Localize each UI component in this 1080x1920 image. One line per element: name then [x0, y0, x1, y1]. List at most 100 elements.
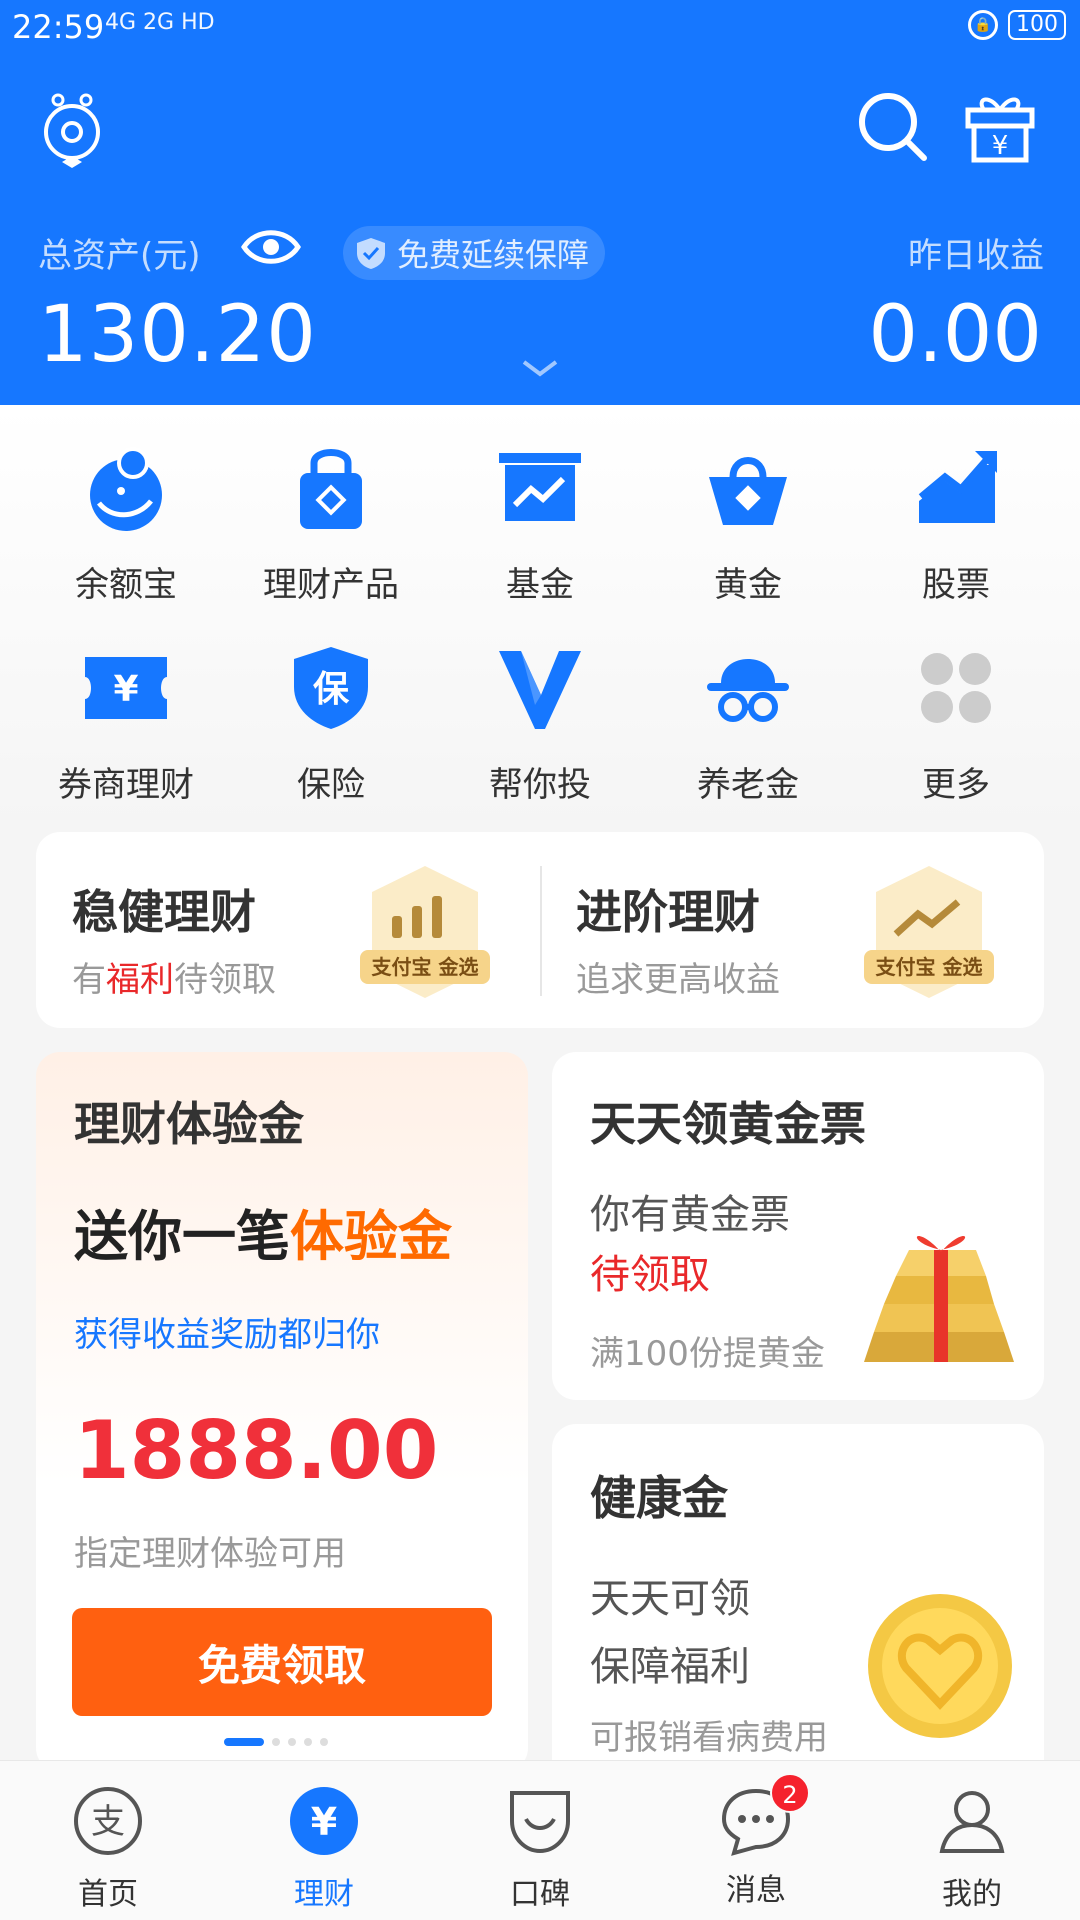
promo-stable-wealth[interactable]: 稳健理财 有福利待领取 支付宝 金选 [36, 832, 540, 1028]
promo-subtitle: 追求更高收益 [576, 960, 780, 1000]
grid-item-more[interactable]: 更多 [848, 605, 1064, 805]
carousel-dot [288, 1738, 296, 1746]
fund-chart-icon [499, 453, 581, 521]
grid-item-label: 券商理财 [58, 765, 194, 805]
grid-item-yuebao[interactable]: 余额宝 [18, 405, 234, 605]
nav-label: 首页 [78, 1877, 138, 1912]
claim-button[interactable]: 免费领取 [72, 1608, 492, 1716]
nav-label: 消息 [726, 1873, 786, 1908]
message-icon-wrap: 2 [720, 1773, 810, 1857]
card-line-highlight: 待领取 [590, 1252, 710, 1298]
grid-item-label: 余额宝 [75, 565, 177, 605]
card-title: 天天领黄金票 [590, 1097, 866, 1151]
promo-badge-text: 支付宝 金选 [876, 955, 983, 979]
nav-label: 我的 [942, 1877, 1002, 1912]
grid-item-label: 帮你投 [489, 765, 591, 805]
battery-icon: 100 [1008, 10, 1066, 40]
yesterday-income-label: 昨日收益 [908, 236, 1044, 276]
user-profile-icon [939, 1791, 1005, 1853]
nav-koubei[interactable]: 口碑 [432, 1761, 648, 1920]
grid-item-label: 股票 [922, 565, 990, 605]
insurance-shield-icon: 保 [294, 647, 368, 729]
carousel-indicator [224, 1738, 328, 1746]
lock-bag-icon [300, 449, 362, 529]
grid-item-insurance[interactable]: 保 保险 [223, 605, 439, 805]
card-line: 你有黄金票 [590, 1192, 790, 1238]
trend-badge-icon: 支付宝 金选 [864, 866, 994, 998]
bar-chart-badge-icon: 支付宝 金选 [360, 866, 490, 998]
protection-badge-label: 免费延续保障 [397, 236, 590, 274]
eye-icon[interactable] [240, 224, 302, 270]
svg-text:保: 保 [313, 669, 350, 710]
gift-icon[interactable]: ¥ [962, 88, 1038, 164]
card-line: 天天可领 [590, 1576, 750, 1622]
card-line: 保障福利 [590, 1644, 750, 1690]
svg-text:¥: ¥ [311, 1800, 337, 1844]
yesterday-income-value[interactable]: 0.00 [868, 290, 1042, 380]
carousel-dot [304, 1738, 312, 1746]
carousel-dot [224, 1738, 264, 1746]
signal-icons: 4G 2G HD [105, 10, 215, 35]
experience-amount: 1888.00 [74, 1404, 439, 1497]
health-fund-card[interactable]: 健康金 天天可领 保障福利 可报销看病费用 [552, 1424, 1044, 1794]
nav-label: 口碑 [510, 1877, 570, 1912]
grid-item-label: 基金 [506, 565, 574, 605]
card-headline: 送你一笔体验金 [74, 1205, 452, 1268]
top-toolbar: ¥ [0, 80, 1080, 180]
grandpa-hat-icon [707, 659, 789, 722]
rotation-lock-icon: 🔒 [968, 10, 998, 40]
grid-item-pension[interactable]: 养老金 [640, 605, 856, 805]
ticket-yuan-icon: ¥ [85, 657, 167, 719]
shield-check-icon [357, 238, 385, 269]
promo-row: 稳健理财 有福利待领取 支付宝 金选 进阶理财 追求更高收益 支付宝 金选 [36, 832, 1044, 1028]
svg-text:¥: ¥ [992, 131, 1009, 161]
search-icon[interactable] [854, 88, 930, 164]
chevron-down-icon[interactable] [520, 358, 560, 380]
protection-badge[interactable]: 免费延续保障 [343, 226, 606, 280]
heart-coin-icon [868, 1594, 1012, 1738]
alipay-home-icon: 支 [74, 1787, 142, 1855]
yuan-wealth-icon: ¥ [290, 1787, 358, 1855]
unread-badge: 2 [770, 1773, 810, 1813]
grid-item-label: 保险 [297, 765, 365, 805]
nav-me[interactable]: 我的 [864, 1761, 1080, 1920]
grid-item-stock[interactable]: 股票 [848, 405, 1064, 605]
promo-badge-text: 支付宝 金选 [372, 955, 479, 979]
gold-ticket-card[interactable]: 天天领黄金票 你有黄金票 待领取 满100份提黄金 [552, 1052, 1044, 1400]
grid-item-wealth-products[interactable]: 理财产品 [223, 405, 439, 605]
promo-title: 进阶理财 [576, 885, 760, 939]
total-assets-label: 总资产(元) [38, 236, 201, 276]
card-note: 指定理财体验可用 [74, 1534, 346, 1574]
bottom-nav: 支 首页 ¥ 理财 口碑 2 消息 我的 [0, 1760, 1080, 1920]
experience-fund-card[interactable]: 理财体验金 送你一笔体验金 获得收益奖励都归你 1888.00 指定理财体验可用… [36, 1052, 528, 1772]
svg-text:支: 支 [91, 1802, 125, 1842]
yuebao-icon [90, 447, 162, 531]
card-title: 理财体验金 [74, 1097, 304, 1151]
promo-title: 稳健理财 [72, 885, 256, 939]
status-time: 22:59 [12, 8, 105, 46]
status-right: 🔒 100 [968, 10, 1066, 40]
grid-item-fund[interactable]: 基金 [432, 405, 648, 605]
nav-wealth[interactable]: ¥ 理财 [216, 1761, 432, 1920]
nav-messages[interactable]: 2 消息 [648, 1761, 864, 1920]
gold-basket-icon [709, 457, 787, 525]
carousel-dot [272, 1738, 280, 1746]
wealth-header: 22:59 4G 2G HD 🔒 100 ¥ 总资产(元) 免费延续保障 昨日收… [0, 0, 1080, 405]
promo-subtitle: 有福利待领取 [72, 960, 276, 1000]
carousel-dot [320, 1738, 328, 1746]
nav-label: 理财 [294, 1877, 354, 1912]
mascot-icon[interactable] [40, 88, 104, 168]
more-dots-icon [921, 653, 991, 723]
grid-item-invest-help[interactable]: 帮你投 [432, 605, 648, 805]
card-note: 满100份提黄金 [590, 1334, 825, 1374]
total-assets-value[interactable]: 130.20 [38, 290, 317, 380]
grid-item-label: 更多 [922, 765, 990, 805]
v-icon [499, 651, 581, 729]
svg-text:¥: ¥ [113, 669, 138, 710]
grid-item-broker[interactable]: ¥ 券商理财 [18, 605, 234, 805]
gold-bars-gift-icon [864, 1236, 1014, 1362]
nav-home[interactable]: 支 首页 [0, 1761, 216, 1920]
grid-item-label: 理财产品 [263, 565, 399, 605]
promo-advanced-wealth[interactable]: 进阶理财 追求更高收益 支付宝 金选 [540, 832, 1044, 1028]
grid-item-gold[interactable]: 黄金 [640, 405, 856, 605]
